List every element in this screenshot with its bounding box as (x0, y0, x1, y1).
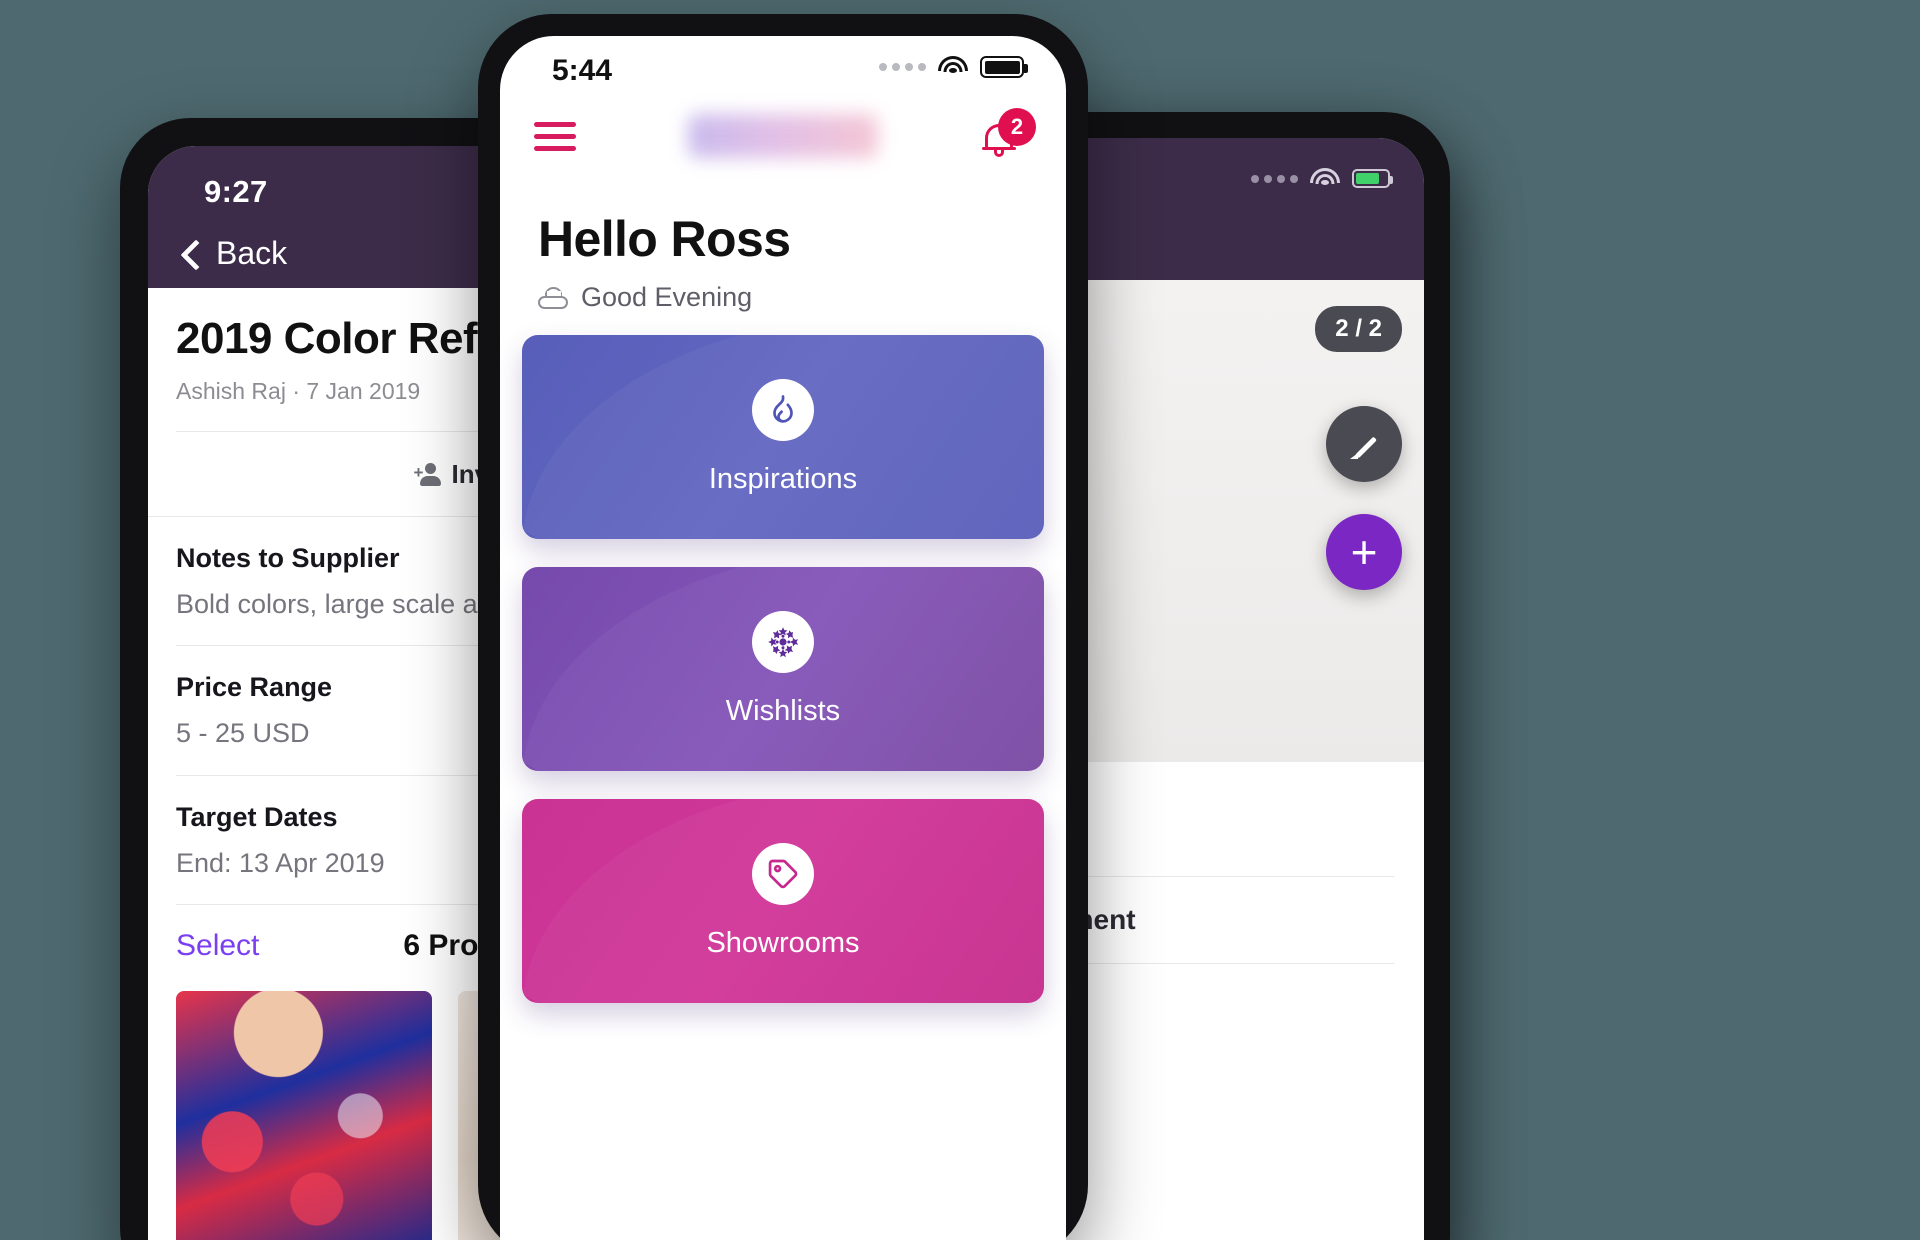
greeting-block: Hello Ross Good Evening (500, 194, 1066, 313)
wifi-icon (1310, 168, 1340, 189)
left-status-time: 9:27 (204, 174, 268, 209)
center-status-bar: 5:44 (500, 36, 1066, 98)
greeting-title: Hello Ross (538, 211, 791, 267)
signal-dots-icon (879, 63, 926, 71)
greeting-subtitle: Good Evening (581, 282, 753, 312)
greeting-subtitle-row: Good Evening (538, 282, 1028, 313)
add-fab-button[interactable]: + (1326, 514, 1402, 590)
signal-dots-icon (1251, 174, 1298, 183)
chevron-left-icon (178, 241, 204, 267)
flame-icon (752, 378, 814, 441)
select-button[interactable]: Select (176, 929, 259, 963)
battery-full-icon (980, 56, 1028, 78)
hamburger-menu-icon[interactable] (534, 122, 576, 156)
center-phone-device: 5:44 2 Hello Ross Good Evening Inspirati… (478, 14, 1088, 1240)
back-button[interactable]: Back (178, 235, 287, 272)
screenshot-stage: 9:27 Back 2019 Color Refresh Ashish Raj … (0, 0, 1920, 1240)
center-status-icons (879, 56, 1028, 78)
tile-wishlists[interactable]: Wishlists (522, 567, 1044, 771)
price-tag-icon (752, 842, 814, 905)
wifi-icon (938, 56, 968, 78)
brand-logo-blurred (688, 114, 878, 158)
tile-inspirations[interactable]: Inspirations (522, 335, 1044, 539)
starburst-icon (752, 610, 814, 673)
center-status-time: 5:44 (552, 54, 613, 87)
center-phone-screen: 5:44 2 Hello Ross Good Evening Inspirati… (500, 36, 1066, 1240)
edit-fab-button[interactable] (1326, 406, 1402, 482)
tile-showrooms[interactable]: Showrooms (522, 799, 1044, 1003)
notifications-button[interactable]: 2 (976, 108, 1036, 170)
product-thumbnail[interactable] (176, 990, 432, 1240)
pencil-icon (1349, 429, 1379, 459)
add-person-icon: + (414, 461, 441, 487)
tile-label: Inspirations (708, 462, 858, 495)
plus-icon: + (1350, 525, 1378, 578)
center-top-bar: 2 (500, 98, 1066, 194)
home-tiles: Inspirations Wishlists Showrooms (500, 313, 1066, 1003)
right-status-icons (1251, 168, 1393, 189)
back-label: Back (216, 235, 288, 271)
cloud-icon (538, 286, 568, 309)
gallery-counter-badge: 2 / 2 (1315, 306, 1402, 352)
tile-label: Showrooms (706, 926, 860, 959)
tile-label: Wishlists (725, 694, 841, 727)
battery-charging-icon (1352, 169, 1393, 188)
notification-badge: 2 (998, 108, 1036, 146)
